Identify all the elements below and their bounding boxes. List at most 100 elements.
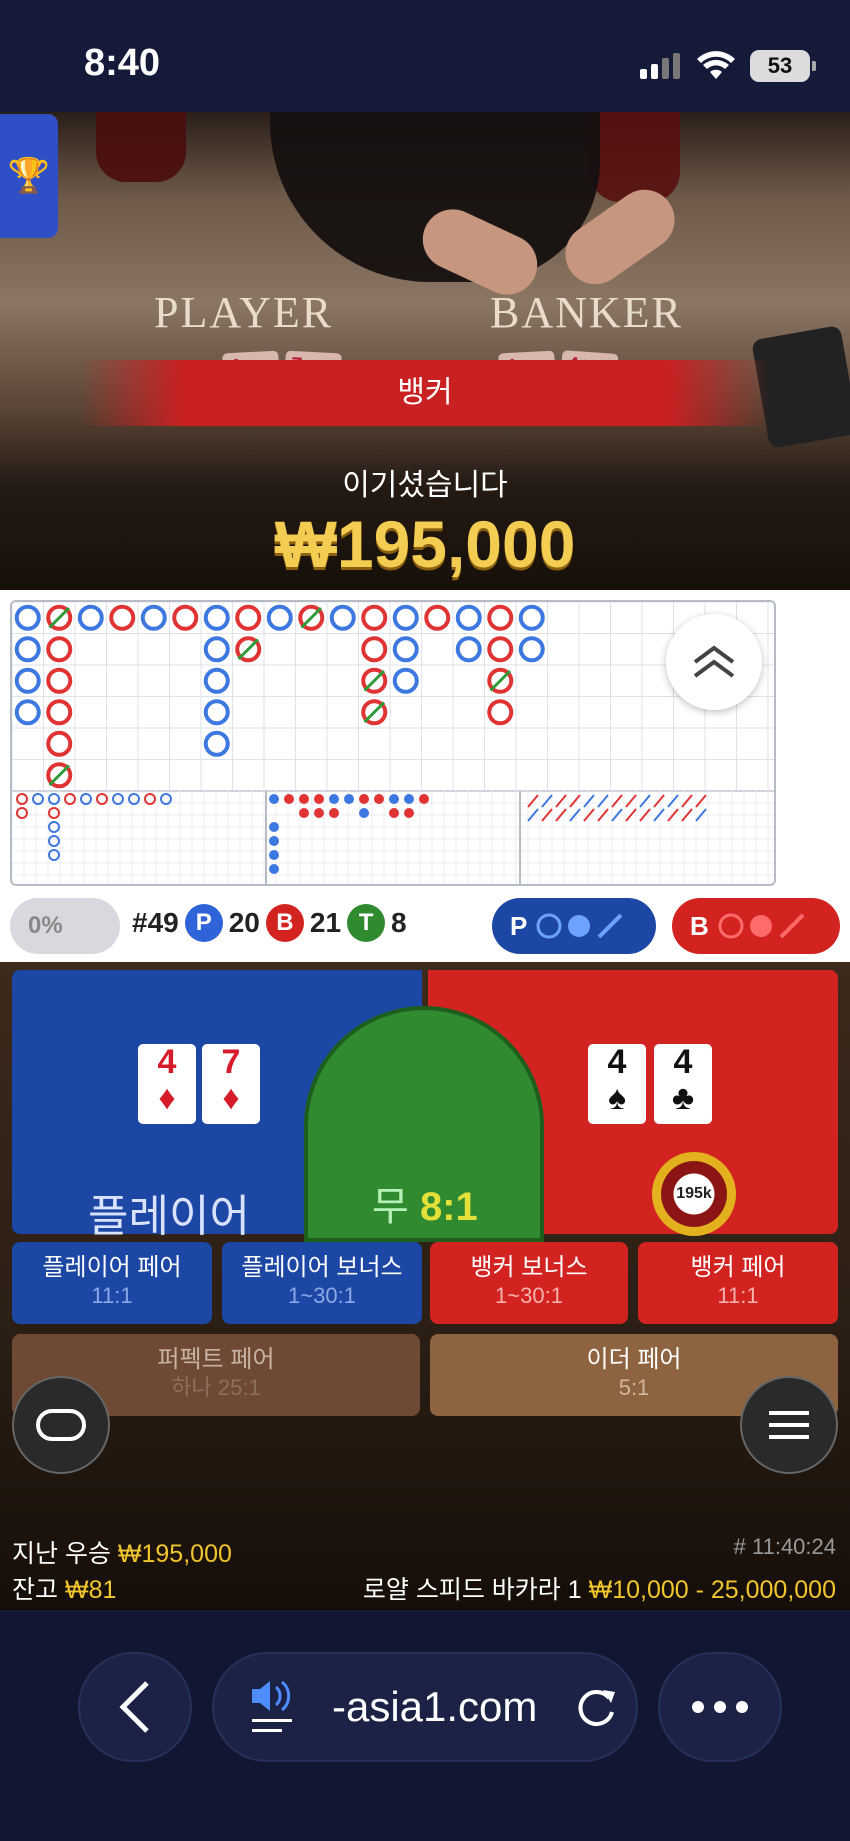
chair	[590, 112, 680, 202]
big-road-mark	[14, 604, 41, 631]
player-count: 20	[228, 907, 260, 938]
player-pair-bet[interactable]: 플레이어 페어 11:1	[12, 1242, 212, 1324]
table-banker-label: BANKER	[490, 288, 683, 337]
road-preview-icon	[536, 913, 623, 939]
cockroach-road-mark	[541, 794, 553, 808]
menu-button[interactable]	[740, 1376, 838, 1474]
player-bet-label: 플레이어	[88, 1192, 250, 1241]
cockroach-road-mark	[583, 794, 595, 808]
big-road-mark	[172, 604, 199, 631]
small-road-mark	[389, 794, 399, 804]
percent-toggle[interactable]: 0%	[10, 898, 120, 954]
win-amount: ₩195,000	[274, 507, 576, 581]
bead-road-mark	[48, 835, 60, 847]
small-road-mark	[329, 794, 339, 804]
stats-bar: 0% #49 P 20 B 21 T 8 P B	[0, 890, 850, 962]
game-id: # 11:40:24	[733, 1534, 836, 1559]
small-road-mark	[269, 836, 279, 846]
small-road-mark	[314, 794, 324, 804]
chevron-up-icon	[693, 645, 735, 678]
big-road-mark	[455, 636, 482, 663]
player-bonus-bet[interactable]: 플레이어 보너스 1~30:1	[222, 1242, 422, 1324]
big-road-mark	[14, 636, 41, 663]
battery-icon: 53	[750, 50, 816, 82]
big-road-mark	[203, 699, 230, 726]
big-road-mark	[77, 604, 104, 631]
expand-roads-button[interactable]	[666, 614, 762, 710]
betting-area: 플레이어 무 8:1 4 ♦ 7 ♦ 4 ♠ 4 ♣ 195k 플레이어 페어 11:1…	[0, 962, 850, 1610]
small-road-mark	[344, 794, 354, 804]
banker-card: 4 ♠	[588, 1044, 646, 1124]
player-card: 4 ♦	[138, 1044, 196, 1124]
status-icons: 53	[640, 46, 816, 86]
big-road-mark	[455, 604, 482, 631]
small-road-mark	[389, 808, 399, 818]
banker-count: 21	[309, 907, 342, 938]
chair	[96, 112, 186, 182]
big-road-mark	[329, 604, 356, 631]
chat-button[interactable]	[12, 1376, 110, 1474]
placed-chip: 195k	[652, 1152, 736, 1236]
big-road-mark	[109, 604, 136, 631]
small-road-mark	[404, 794, 414, 804]
url-text: -asia1.com	[332, 1683, 538, 1730]
reload-icon[interactable]	[573, 1684, 619, 1730]
banker-ask-label: B	[690, 910, 709, 941]
wifi-icon	[697, 51, 735, 79]
banker-pair-bet[interactable]: 뱅커 페어 11:1	[638, 1242, 838, 1324]
small-road-mark	[329, 808, 339, 818]
last-win: 지난 우승 ₩195,000	[12, 1540, 232, 1568]
small-road-mark	[359, 794, 369, 804]
bead-road-mark	[16, 807, 28, 819]
live-video: PLAYER BANKER 4♦ 7 4 4♣ 뱅커 이기셨습니다 ₩195,0…	[0, 112, 850, 590]
more-button[interactable]	[658, 1652, 782, 1762]
round-number: #49	[132, 907, 179, 938]
cellular-signal-icon	[640, 53, 680, 79]
banker-badge: B	[265, 904, 304, 942]
big-road-mark	[361, 604, 388, 631]
browser-toolbar: -asia1.com	[0, 1612, 850, 1841]
tie-bet-label: 무 8:1	[372, 1174, 478, 1232]
small-road-mark	[269, 864, 279, 874]
small-road-mark	[299, 808, 309, 818]
player-ask-label: P	[510, 910, 528, 941]
big-road-mark	[203, 636, 230, 663]
road-grid	[10, 600, 776, 886]
table-info: 로얄 스피드 바카라 1 ₩10,000 - 25,000,000	[362, 1576, 836, 1604]
big-road-mark	[392, 604, 419, 631]
big-road-mark	[487, 699, 514, 726]
big-road-mark	[235, 604, 262, 631]
table-player-label: PLAYER	[154, 288, 334, 337]
player-ask-button[interactable]: P	[492, 898, 656, 954]
banker-card: 4 ♣	[654, 1044, 712, 1124]
back-button[interactable]	[78, 1652, 192, 1762]
small-road-mark	[314, 808, 324, 818]
audio-playing-icon	[252, 1680, 292, 1732]
small-road-mark	[269, 850, 279, 860]
small-road-mark	[419, 794, 429, 804]
banker-bonus-bet[interactable]: 뱅커 보너스 1~30:1	[430, 1242, 628, 1324]
tie-badge: T	[347, 904, 386, 942]
small-road-mark	[269, 794, 279, 804]
cockroach-road-mark	[569, 794, 581, 808]
leaderboard-tab[interactable]: 🏆	[0, 114, 58, 238]
player-card: 7 ♦	[202, 1044, 260, 1124]
big-road-mark	[140, 604, 167, 631]
big-road-mark	[361, 636, 388, 663]
bead-road-mark	[48, 807, 60, 819]
road-map	[12, 602, 774, 884]
more-dots-icon	[692, 1701, 748, 1713]
small-road-mark	[284, 794, 294, 804]
address-bar[interactable]: -asia1.com	[212, 1652, 638, 1762]
cockroach-road-mark	[527, 794, 539, 808]
balance: 잔고 ₩81	[12, 1576, 117, 1604]
clock: 8:40	[84, 42, 161, 84]
small-road-mark	[374, 794, 384, 804]
banker-ask-button[interactable]: B	[672, 898, 840, 954]
big-road-mark	[46, 699, 73, 726]
big-road-mark	[392, 636, 419, 663]
cockroach-road-mark	[611, 794, 623, 808]
hamburger-menu-icon	[769, 1411, 809, 1439]
app-screen: 8:40 53 PLAYER BANKER 4♦ 7 4 4♣	[0, 0, 850, 1841]
small-road-mark	[269, 822, 279, 832]
